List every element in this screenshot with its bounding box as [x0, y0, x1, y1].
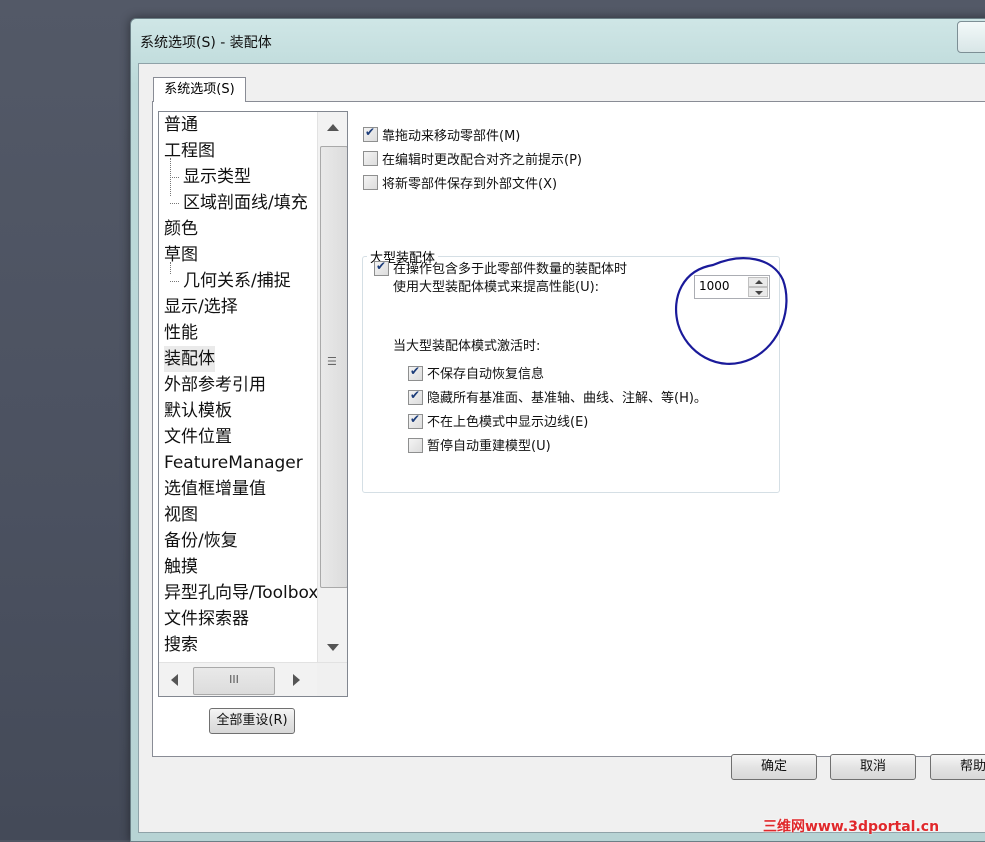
scroll-down-arrow-icon[interactable] — [327, 644, 339, 651]
tree-horizontal-scrollbar[interactable]: III — [159, 662, 347, 696]
use-large-mode-label-line2: 使用大型装配体模式来提高性能(U): — [393, 280, 600, 295]
hide-planes-axes-label: 隐藏所有基准面、基准轴、曲线、注解、等(H)。 — [427, 391, 707, 406]
spin-up-icon — [755, 280, 763, 284]
tree-item-backup-recover[interactable]: 备份/恢复 — [164, 528, 238, 554]
tree-vertical-scrollbar[interactable]: ☰ — [317, 112, 347, 662]
tree-item-performance[interactable]: 性能 — [164, 320, 198, 346]
no-autorecover-checkbox[interactable] — [408, 364, 423, 381]
tree-item-display-selection[interactable]: 显示/选择 — [164, 294, 238, 320]
tree-item-relations-snaps[interactable]: 几何关系/捕捉 — [183, 268, 291, 294]
horizontal-scroll-thumb[interactable]: III — [193, 667, 275, 695]
suspend-auto-rebuild-checkbox[interactable] — [408, 438, 423, 453]
watermark: 三维网www.3dportal.cn — [763, 819, 940, 835]
spin-up-button[interactable] — [748, 277, 768, 287]
tree-item-general[interactable]: 普通 — [164, 112, 198, 138]
tree-item-default-templates[interactable]: 默认模板 — [164, 398, 232, 424]
spinner-buttons[interactable] — [748, 277, 768, 297]
tree-item-file-locations[interactable]: 文件位置 — [164, 424, 232, 450]
options-tree[interactable]: 普通 工程图 显示类型 区域剖面线/填充 颜色 草图 几何关系/捕捉 显示/选择… — [158, 111, 348, 697]
use-large-mode-checkbox[interactable] — [374, 259, 389, 276]
tab-panel: 普通 工程图 显示类型 区域剖面线/填充 颜色 草图 几何关系/捕捉 显示/选择… — [152, 101, 985, 757]
tree-item-display-style[interactable]: 显示类型 — [183, 164, 251, 190]
tree-item-external-references[interactable]: 外部参考引用 — [164, 372, 266, 398]
ok-button[interactable]: 确定 — [731, 754, 817, 780]
drag-move-checkbox[interactable] — [363, 125, 378, 142]
scroll-left-arrow-icon[interactable] — [171, 674, 178, 686]
use-large-mode-label-line1: 在操作包含多于此零部件数量的装配体时 — [393, 262, 628, 277]
hide-planes-axes-checkbox[interactable] — [408, 388, 423, 405]
tab-system-options[interactable]: 系统选项(S) — [153, 77, 246, 102]
tree-item-search[interactable]: 搜索 — [164, 632, 198, 658]
help-button[interactable]: 帮助 — [930, 754, 985, 780]
spin-down-button[interactable] — [748, 287, 768, 297]
prompt-before-change-label: 在编辑时更改配合对齐之前提示(P) — [382, 153, 582, 168]
vertical-scroll-thumb[interactable]: ☰ — [320, 146, 347, 588]
grip-icon: ☰ — [327, 355, 337, 368]
prompt-before-change-checkbox[interactable] — [363, 151, 378, 166]
no-edges-shaded-label: 不在上色模式中显示边线(E) — [427, 415, 589, 430]
tree-item-featuremanager[interactable]: FeatureManager — [164, 450, 303, 476]
options-dialog: 系统选项(S) - 装配体 系统选项(S) 普通 工程图 显示类型 区域剖面线/… — [130, 18, 985, 842]
tree-item-colors[interactable]: 颜色 — [164, 216, 198, 242]
tree-item-area-hatch[interactable]: 区域剖面线/填充 — [183, 190, 308, 216]
threshold-value[interactable]: 1000 — [699, 279, 730, 293]
tree-connector — [170, 262, 171, 274]
tree-item-spin-box-increments[interactable]: 选值框增量值 — [164, 476, 266, 502]
save-new-external-label: 将新零部件保存到外部文件(X) — [382, 177, 558, 192]
threshold-spinner[interactable]: 1000 — [694, 275, 770, 299]
dialog-client-area: 系统选项(S) 普通 工程图 显示类型 区域剖面线/填充 颜色 草图 几何关系/… — [138, 63, 985, 833]
reset-all-button[interactable]: 全部重设(R) — [209, 708, 295, 734]
no-autorecover-label: 不保存自动恢复信息 — [427, 367, 545, 382]
tree-connector — [170, 177, 179, 178]
cancel-button[interactable]: 取消 — [830, 754, 916, 780]
tree-connector — [170, 281, 179, 282]
tree-connector — [170, 203, 179, 204]
tree-item-view[interactable]: 视图 — [164, 502, 198, 528]
suspend-auto-rebuild-label: 暂停自动重建模型(U) — [427, 439, 551, 454]
window-title: 系统选项(S) - 装配体 — [140, 35, 272, 51]
close-button[interactable] — [957, 21, 985, 53]
drag-move-label: 靠拖动来移动零部件(M) — [382, 129, 521, 144]
scroll-up-arrow-icon[interactable] — [327, 124, 339, 131]
when-active-label: 当大型装配体模式激活时: — [393, 339, 541, 354]
spin-down-icon — [755, 291, 763, 295]
tree-item-touch[interactable]: 触摸 — [164, 554, 198, 580]
no-edges-shaded-checkbox[interactable] — [408, 412, 423, 429]
save-new-external-checkbox[interactable] — [363, 175, 378, 190]
scroll-corner — [317, 663, 347, 696]
tree-item-assemblies[interactable]: 装配体 — [164, 346, 215, 372]
tree-item-drawings[interactable]: 工程图 — [164, 138, 215, 164]
tree-item-hole-wizard-toolbox[interactable]: 异型孔向导/Toolbox — [164, 580, 318, 606]
tree-item-file-explorer[interactable]: 文件探索器 — [164, 606, 249, 632]
scroll-right-arrow-icon[interactable] — [293, 674, 300, 686]
